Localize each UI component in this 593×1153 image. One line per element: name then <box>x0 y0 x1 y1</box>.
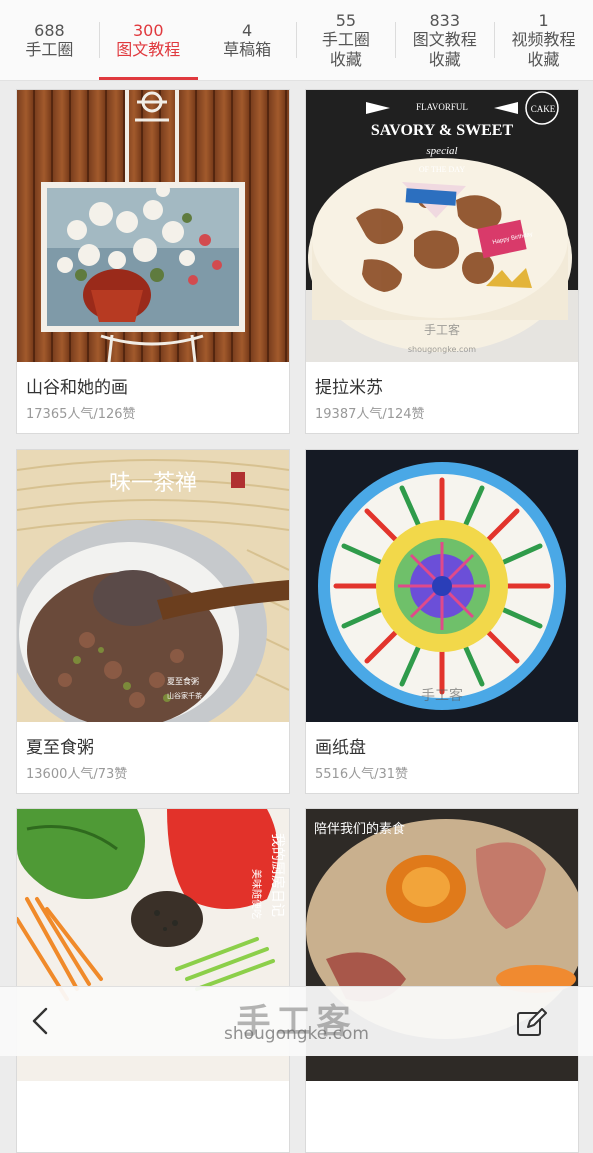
photo-text: FLAVORFUL <box>416 102 468 112</box>
tab-label-line2: 收藏 <box>329 49 362 69</box>
tab-label: 草稿箱 <box>223 40 272 59</box>
photo-text: 夏至食粥 <box>167 676 199 686</box>
tutorial-card[interactable]: 我的厨房日记 美味随便吃 <box>16 808 290 1153</box>
photo-watermark: 手工客 <box>421 687 463 704</box>
tutorial-card[interactable]: 山谷和她的画 17365人气/126赞 <box>16 89 290 434</box>
card-stats: 13600人气/73赞 <box>26 767 128 782</box>
tab-video-favorites[interactable]: 1 视频教程 收藏 <box>494 0 593 80</box>
tab-tutorials[interactable]: 300 图文教程 <box>98 0 198 80</box>
tutorial-card[interactable]: CAKE FLAVORFUL SAVORY & SWEET special OF… <box>305 89 579 434</box>
card-stats: 19387人气/124赞 <box>315 407 425 422</box>
tab-count: 300 <box>132 20 164 40</box>
tab-count: 688 <box>34 20 65 40</box>
card-image-porridge: 味一茶禅 夏至食粥 山谷家千茶 <box>17 450 289 722</box>
tutorial-card[interactable]: 陪伴我们的素食 <box>305 808 579 1153</box>
tab-drafts[interactable]: 4 草稿箱 <box>198 0 297 80</box>
tab-label: 手工圈 <box>25 40 74 59</box>
photo-text: 陪伴我们的素食 <box>314 821 405 837</box>
tab-label: 图文教程 <box>412 30 477 50</box>
card-title: 山谷和她的画 <box>26 378 128 398</box>
card-image-paper-plate: 手工客 <box>306 450 578 722</box>
tab-circle-favorites[interactable]: 55 手工圈 收藏 <box>296 0 395 80</box>
photo-text: 味一茶禅 <box>109 471 197 496</box>
photo-text: 山谷家千茶 <box>167 691 202 700</box>
tab-label-line2: 收藏 <box>428 49 461 69</box>
card-title: 提拉米苏 <box>315 378 383 398</box>
tab-count: 4 <box>241 20 253 40</box>
tab-label: 视频教程 <box>511 30 576 50</box>
tab-count: 1 <box>538 11 549 31</box>
photo-text: 美味随便吃 <box>250 869 263 919</box>
photo-text: OF THE DAY <box>419 165 465 174</box>
tab-label: 手工圈 <box>321 30 370 50</box>
photo-watermark: 手工客 <box>424 322 460 337</box>
tutorial-card[interactable]: 手工客 画纸盘 5516人气/31赞 <box>305 449 579 794</box>
tab-tutorial-favorites[interactable]: 833 图文教程 收藏 <box>395 0 494 80</box>
tab-count: 55 <box>335 11 357 31</box>
photo-text: 我的厨房日记 <box>269 833 285 917</box>
site-watermark-url: shougongke.com <box>224 1024 369 1044</box>
photo-text: SAVORY & SWEET <box>371 122 514 139</box>
tab-label: 图文教程 <box>116 40 181 59</box>
photo-text: CAKE <box>531 104 556 114</box>
photo-text: special <box>426 145 457 157</box>
tutorial-card[interactable]: 味一茶禅 夏至食粥 山谷家千茶 夏至食粥 13600人气/73赞 <box>16 449 290 794</box>
card-stats: 5516人气/31赞 <box>315 767 409 782</box>
card-title: 夏至食粥 <box>26 738 94 758</box>
card-image-painting <box>17 90 289 362</box>
tab-handicraft-circle[interactable]: 688 手工圈 <box>0 0 99 80</box>
card-stats: 17365人气/126赞 <box>26 407 136 422</box>
tab-bar: 688 手工圈 300 图文教程 4 草稿箱 55 手工圈 收藏 833 图文教… <box>0 0 593 81</box>
tab-count: 833 <box>429 11 460 31</box>
photo-watermark: shougongke.com <box>408 345 476 354</box>
tab-label-line2: 收藏 <box>527 49 560 69</box>
card-title: 画纸盘 <box>315 738 366 758</box>
card-image-tiramisu: CAKE FLAVORFUL SAVORY & SWEET special OF… <box>306 90 578 362</box>
